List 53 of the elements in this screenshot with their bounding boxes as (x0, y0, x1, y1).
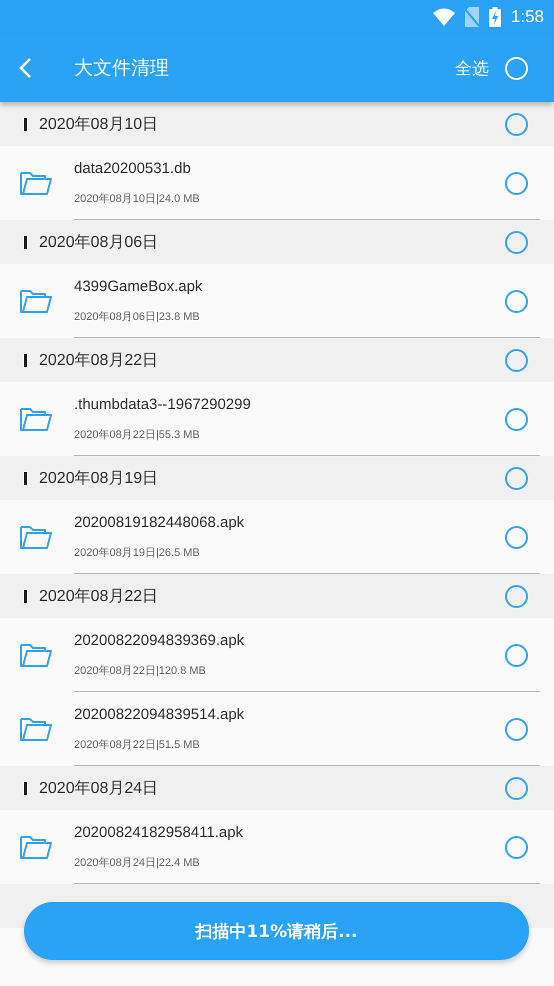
file-radio[interactable] (505, 290, 528, 312)
file-radio[interactable] (505, 526, 528, 548)
date-label: 2020年08月06日 (39, 232, 160, 252)
clock-time: 1:58 (510, 7, 544, 27)
date-label: 2020年08月19日 (39, 468, 160, 488)
file-name: 20200824182958411.apk (74, 824, 244, 841)
file-radio[interactable] (505, 172, 528, 194)
folder-icon (19, 641, 53, 669)
wifi-icon (432, 8, 455, 26)
battery-charging-icon (488, 7, 501, 27)
header-marker-icon (24, 782, 27, 794)
page-title: 大文件清理 (74, 56, 170, 81)
file-radio[interactable] (505, 718, 528, 740)
file-meta: 2020年08月22日|120.8 MB (74, 664, 207, 678)
file-meta: 2020年08月22日|55.3 MB (74, 428, 201, 442)
file-meta: 2020年08月24日|22.4 MB (74, 856, 201, 870)
file-name: 20200822094839369.apk (74, 632, 246, 649)
header-marker-icon (24, 590, 27, 602)
folder-icon (19, 287, 53, 315)
file-radio[interactable] (505, 644, 528, 666)
file-name: data20200531.db (74, 160, 192, 177)
header-marker-icon (24, 472, 27, 484)
file-meta: 2020年08月22日|51.5 MB (74, 738, 201, 752)
header-marker-icon (24, 354, 27, 366)
folder-icon (19, 833, 53, 861)
no-sim-icon (464, 7, 479, 27)
folder-icon (19, 523, 53, 551)
header-marker-icon (24, 236, 27, 248)
file-name: 20200819182448068.apk (74, 514, 246, 531)
date-label: 2020年08月22日 (39, 350, 160, 370)
group-radio[interactable] (505, 584, 528, 608)
file-meta: 2020年08月10日|24.0 MB (74, 192, 201, 206)
file-radio[interactable] (505, 408, 528, 430)
back-icon[interactable] (18, 57, 32, 79)
group-radio[interactable] (505, 466, 528, 490)
folder-icon (19, 169, 53, 197)
group-radio[interactable] (505, 230, 528, 254)
file-name: .thumbdata3--1967290299 (74, 396, 252, 413)
file-name: 20200822094839514.apk (74, 706, 246, 723)
date-label: 2020年08月24日 (39, 778, 160, 798)
group-radio[interactable] (505, 776, 528, 800)
file-meta: 2020年08月19日|26.5 MB (74, 546, 201, 560)
date-label: 2020年08月22日 (39, 586, 160, 606)
select-all-radio[interactable] (505, 56, 528, 80)
group-radio[interactable] (505, 348, 528, 372)
group-radio[interactable] (505, 112, 528, 136)
file-name: 4399GameBox.apk (74, 278, 204, 295)
file-meta: 2020年08月06日|23.8 MB (74, 310, 201, 324)
header-marker-icon (24, 118, 27, 130)
date-label: 2020年08月10日 (39, 114, 160, 134)
file-radio[interactable] (505, 836, 528, 858)
folder-icon (19, 715, 53, 743)
folder-icon (19, 405, 53, 433)
